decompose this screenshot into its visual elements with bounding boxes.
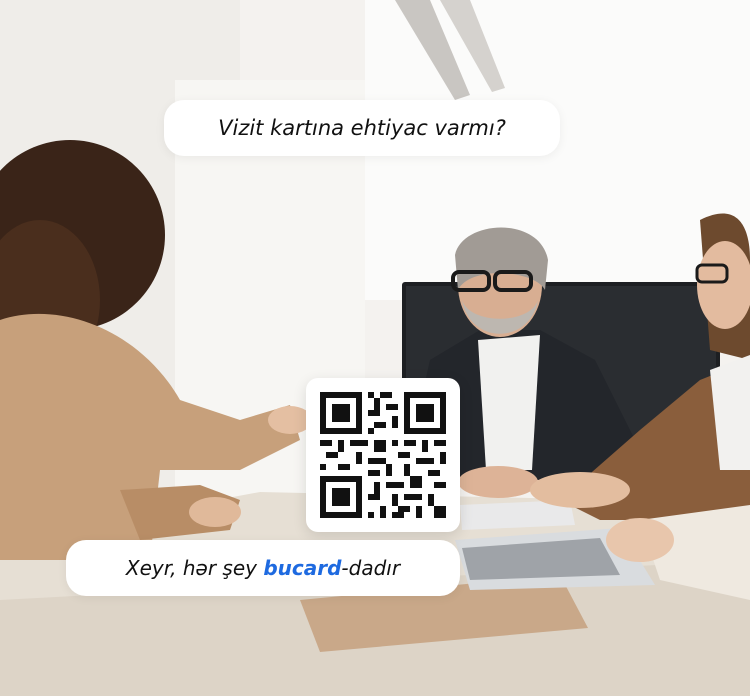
qr-code-icon [320, 392, 446, 518]
answer-bubble: Xeyr, hər şey bucard -dadır [66, 540, 460, 596]
answer-prefix: Xeyr, hər şey [125, 556, 264, 580]
question-text: Vizit kartına ehtiyac varmı? [218, 116, 506, 140]
question-bubble: Vizit kartına ehtiyac varmı? [164, 100, 560, 156]
answer-suffix: -dadır [341, 556, 401, 580]
brand-name: bucard [263, 556, 342, 580]
qr-code-card[interactable] [306, 378, 460, 532]
